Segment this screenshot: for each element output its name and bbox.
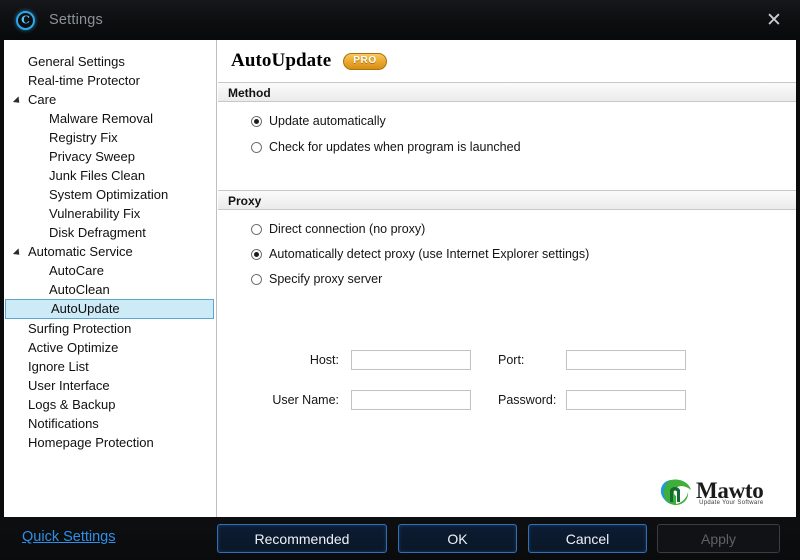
mawto-name: Mawto	[696, 477, 764, 503]
cancel-button[interactable]: Cancel	[528, 524, 647, 553]
settings-window: Settings ✕ General Settings Real-time Pro…	[0, 0, 800, 560]
sidebar-item-system-optimization[interactable]: System Optimization	[4, 185, 216, 204]
footer-bar: Quick Settings Recommended OK Cancel App…	[0, 517, 800, 560]
app-logo-icon	[16, 10, 35, 30]
password-input[interactable]	[566, 390, 686, 410]
settings-sidebar[interactable]: General Settings Real-time Protector Care M…	[4, 40, 217, 517]
sidebar-item-label: User Interface	[28, 378, 110, 393]
sidebar-item-homepage-protection[interactable]: Homepage Protection	[4, 433, 216, 452]
radio-specify-proxy-server[interactable]: Specify proxy server	[251, 272, 382, 286]
recommended-button[interactable]: Recommended	[217, 524, 387, 553]
sidebar-item-autocare[interactable]: AutoCare	[4, 261, 216, 280]
field-label-username: User Name:	[272, 393, 339, 407]
expand-triangle-icon[interactable]	[12, 248, 23, 258]
pro-badge: PRO	[343, 52, 387, 70]
sidebar-item-junk-files-clean[interactable]: Junk Files Clean	[4, 166, 216, 185]
radio-label: Check for updates when program is launch…	[269, 140, 521, 154]
sidebar-item-active-optimize[interactable]: Active Optimize	[4, 338, 216, 357]
radio-indicator	[251, 248, 262, 260]
sidebar-item-label: Care	[28, 92, 57, 107]
sidebar-item-label: Registry Fix	[49, 130, 118, 145]
mawto-swirl-icon	[658, 477, 694, 507]
mawto-wordmark: Mawto Update Your Software	[696, 477, 764, 506]
field-label-password: Password:	[498, 393, 557, 407]
sidebar-item-label: Automatic Service	[28, 244, 133, 259]
quick-settings-link[interactable]: Quick Settings	[22, 529, 116, 545]
field-host: Host:	[261, 350, 471, 370]
radio-indicator	[251, 223, 262, 235]
section-header-method: Method	[218, 82, 796, 102]
radio-label: Specify proxy server	[269, 272, 383, 286]
sidebar-item-label: Privacy Sweep	[49, 149, 135, 164]
field-port: Port:	[498, 350, 686, 370]
sidebar-item-label: Disk Defragment	[49, 225, 146, 240]
sidebar-item-label: AutoClean	[49, 282, 110, 297]
field-label-host: Host:	[309, 353, 339, 367]
page-header: AutoUpdate PRO	[218, 40, 796, 82]
host-input[interactable]	[351, 350, 471, 370]
sidebar-item-label: Notifications	[28, 416, 99, 431]
page-title: AutoUpdate	[231, 50, 332, 71]
sidebar-item-label: Surfing Protection	[28, 321, 132, 336]
sidebar-item-label: Ignore List	[28, 359, 89, 374]
expand-triangle-icon[interactable]	[12, 96, 23, 106]
mawto-watermark: Mawto Update Your Software	[658, 471, 786, 513]
sidebar-item-logs-backup[interactable]: Logs & Backup	[4, 395, 216, 414]
radio-check-on-launch[interactable]: Check for updates when program is launch…	[251, 140, 521, 154]
sidebar-item-surfing-protection[interactable]: Surfing Protection	[4, 319, 216, 338]
sidebar-item-autoclean[interactable]: AutoClean	[4, 280, 216, 299]
radio-auto-detect-proxy[interactable]: Automatically detect proxy (use Internet…	[251, 247, 589, 261]
radio-direct-connection[interactable]: Direct connection (no proxy)	[251, 222, 425, 236]
radio-label: Automatically detect proxy (use Internet…	[269, 247, 590, 261]
username-input[interactable]	[351, 390, 471, 410]
ok-button[interactable]: OK	[398, 524, 517, 553]
sidebar-item-user-interface[interactable]: User Interface	[4, 376, 216, 395]
sidebar-item-autoupdate[interactable]: AutoUpdate	[5, 299, 214, 319]
sidebar-item-label: General Settings	[28, 54, 125, 69]
sidebar-item-automatic-service[interactable]: Automatic Service	[4, 242, 216, 261]
radio-indicator	[251, 273, 262, 285]
sidebar-item-label: System Optimization	[49, 187, 169, 202]
window-title: Settings	[49, 12, 103, 28]
sidebar-item-general-settings[interactable]: General Settings	[4, 52, 216, 71]
radio-indicator	[251, 141, 262, 153]
sidebar-item-notifications[interactable]: Notifications	[4, 414, 216, 433]
sidebar-item-privacy-sweep[interactable]: Privacy Sweep	[4, 147, 216, 166]
field-label-port: Port:	[498, 353, 525, 367]
port-input[interactable]	[566, 350, 686, 370]
sidebar-item-vulnerability-fix[interactable]: Vulnerability Fix	[4, 204, 216, 223]
sidebar-item-label: Homepage Protection	[28, 435, 154, 450]
sidebar-item-ignore-list[interactable]: Ignore List	[4, 357, 216, 376]
apply-button: Apply	[657, 524, 780, 553]
sidebar-item-real-time-protector[interactable]: Real-time Protector	[4, 71, 216, 90]
radio-update-automatically[interactable]: Update automatically	[251, 114, 386, 128]
sidebar-item-label: Active Optimize	[28, 340, 119, 355]
sidebar-item-label: Logs & Backup	[28, 397, 116, 412]
sidebar-item-registry-fix[interactable]: Registry Fix	[4, 128, 216, 147]
dialog-body: General Settings Real-time Protector Care M…	[4, 40, 796, 517]
radio-label: Update automatically	[269, 114, 386, 128]
sidebar-item-malware-removal[interactable]: Malware Removal	[4, 109, 216, 128]
close-icon[interactable]: ✕	[758, 5, 790, 35]
field-password: Password:	[498, 390, 686, 410]
sidebar-item-care[interactable]: Care	[4, 90, 216, 109]
radio-label: Direct connection (no proxy)	[269, 222, 426, 236]
sidebar-item-disk-defragment[interactable]: Disk Defragment	[4, 223, 216, 242]
content-pane: AutoUpdate PRO Method Update automatical…	[218, 40, 796, 517]
sidebar-item-label: AutoCare	[49, 263, 104, 278]
sidebar-item-label: Vulnerability Fix	[49, 206, 141, 221]
radio-indicator	[251, 115, 262, 127]
sidebar-item-label: Real-time Protector	[28, 73, 140, 88]
sidebar-item-label: AutoUpdate	[51, 301, 120, 316]
mawto-tagline: Update Your Software	[699, 499, 764, 506]
sidebar-item-label: Malware Removal	[49, 111, 154, 126]
section-header-proxy: Proxy	[218, 190, 796, 210]
title-bar: Settings ✕	[0, 0, 800, 40]
field-username: User Name:	[261, 390, 471, 410]
sidebar-item-label: Junk Files Clean	[49, 168, 146, 183]
